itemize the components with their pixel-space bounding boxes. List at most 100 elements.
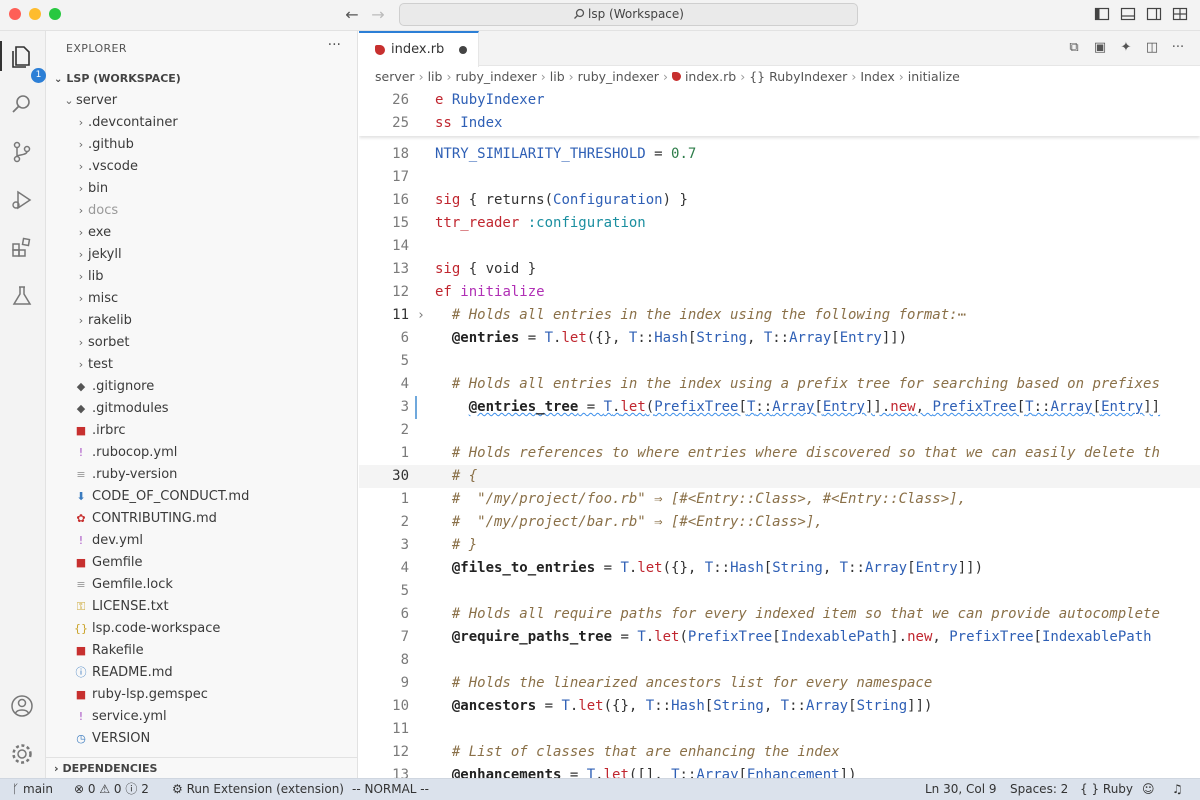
tree-file[interactable]: ■ Gemfile xyxy=(46,552,357,574)
code-line[interactable]: 13 sig { void } xyxy=(359,258,1200,281)
code-line[interactable]: 9 # Holds the linearized ancestors list … xyxy=(359,672,1200,695)
copilot-sparkle-icon[interactable]: ✦ xyxy=(1118,40,1134,56)
tree-folder[interactable]: › jekyll xyxy=(46,244,357,266)
toggle-secondary-sidebar-icon[interactable] xyxy=(1146,6,1162,22)
code-line[interactable]: 2 # "/my/project/bar.rb" ⇒ [#<Entry::Cla… xyxy=(359,511,1200,534)
toggle-primary-sidebar-icon[interactable] xyxy=(1094,6,1110,22)
code-line[interactable]: 30 # { xyxy=(359,465,1200,488)
code-line[interactable]: 4 # Holds all entries in the index using… xyxy=(359,373,1200,396)
code-line[interactable]: 3 # } xyxy=(359,534,1200,557)
indentation[interactable]: Spaces: 2 xyxy=(1010,779,1068,800)
code-line[interactable]: 6 # Holds all require paths for every in… xyxy=(359,603,1200,626)
minimize-window-button[interactable] xyxy=(29,8,41,20)
branch-indicator[interactable]: ᚴ main xyxy=(12,779,53,800)
search-view-icon[interactable] xyxy=(9,91,35,117)
code-line[interactable]: 18 NTRY_SIMILARITY_THRESHOLD = 0.7 xyxy=(359,143,1200,166)
tree-folder[interactable]: › lib xyxy=(46,266,357,288)
tree-folder[interactable]: › .github xyxy=(46,134,357,156)
tree-file[interactable]: ✿ CONTRIBUTING.md xyxy=(46,508,357,530)
code-line[interactable]: 8 xyxy=(359,649,1200,672)
code-line[interactable]: 14 xyxy=(359,235,1200,258)
tree-file[interactable]: ! dev.yml xyxy=(46,530,357,552)
breadcrumb-segment[interactable]: {} RubyIndexer xyxy=(749,69,847,84)
tree-file[interactable]: ⓘ README.md xyxy=(46,662,357,684)
tree-folder[interactable]: › misc xyxy=(46,288,357,310)
code-line[interactable]: 11 xyxy=(359,718,1200,741)
unsaved-dot-icon[interactable] xyxy=(459,46,467,54)
tree-folder[interactable]: › .vscode xyxy=(46,156,357,178)
tree-file[interactable]: ◆ .gitignore xyxy=(46,376,357,398)
code-line[interactable]: 17 xyxy=(359,166,1200,189)
breadcrumb-segment[interactable]: server xyxy=(375,69,415,84)
source-control-icon[interactable] xyxy=(9,139,35,165)
customize-layout-icon[interactable] xyxy=(1172,6,1188,22)
tree-folder[interactable]: › exe xyxy=(46,222,357,244)
command-center[interactable]: lsp (Workspace) xyxy=(399,3,858,26)
code-line[interactable]: 5 xyxy=(359,350,1200,373)
extensions-icon[interactable] xyxy=(9,235,35,261)
open-preview-icon[interactable]: ▣ xyxy=(1092,40,1108,56)
run-and-debug-icon[interactable] xyxy=(9,187,35,213)
workspace-section-header[interactable]: ⌄ LSP (WORKSPACE) xyxy=(46,68,357,90)
tree-file[interactable]: ! .rubocop.yml xyxy=(46,442,357,464)
dependencies-section-header[interactable]: › DEPENDENCIES xyxy=(46,757,357,779)
breadcrumb-segment[interactable]: lib xyxy=(550,69,565,84)
breadcrumb-segment[interactable]: lib xyxy=(428,69,443,84)
code-line[interactable]: 13 @enhancements = T.let([], T::Array[En… xyxy=(359,764,1200,778)
tree-file[interactable]: ◷ VERSION xyxy=(46,728,357,750)
tab-index-rb[interactable]: index.rb xyxy=(359,31,479,67)
tree-file[interactable]: {} lsp.code-workspace xyxy=(46,618,357,640)
code-line[interactable]: 15 ttr_reader :configuration xyxy=(359,212,1200,235)
code-line[interactable]: 16 sig { returns(Configuration) } xyxy=(359,189,1200,212)
breadcrumb-segment[interactable]: index.rb xyxy=(685,69,736,84)
tree-folder[interactable]: › test xyxy=(46,354,357,376)
forward-arrow-icon[interactable]: → xyxy=(367,4,389,26)
open-changes-icon[interactable]: ⧉ xyxy=(1066,40,1082,56)
cursor-position[interactable]: Ln 30, Col 9 xyxy=(925,779,997,800)
tree-file[interactable]: ! service.yml xyxy=(46,706,357,728)
split-editor-icon[interactable]: ◫ xyxy=(1144,40,1160,56)
code-line[interactable]: 1 # "/my/project/foo.rb" ⇒ [#<Entry::Cla… xyxy=(359,488,1200,511)
code-line[interactable]: 6 @entries = T.let({}, T::Hash[String, T… xyxy=(359,327,1200,350)
fold-chevron-icon[interactable]: › xyxy=(417,304,425,327)
manage-gear-icon[interactable] xyxy=(9,741,35,767)
tree-folder[interactable]: › sorbet xyxy=(46,332,357,354)
code-line[interactable]: 12 ef initialize xyxy=(359,281,1200,304)
accounts-icon[interactable] xyxy=(9,693,35,719)
run-extension-indicator[interactable]: ⚙ Run Extension (extension) xyxy=(172,779,344,800)
notifications-bell-icon[interactable]: ♫ xyxy=(1172,779,1183,800)
tree-file[interactable]: ■ ruby-lsp.gemspec xyxy=(46,684,357,706)
more-actions-icon[interactable]: ··· xyxy=(328,37,341,53)
tree-folder[interactable]: › docs xyxy=(46,200,357,222)
tree-file[interactable]: ≡ .ruby-version xyxy=(46,464,357,486)
code-line[interactable]: 3 @entries_tree = T.let(PrefixTree[T::Ar… xyxy=(359,396,1200,419)
tree-file[interactable]: ⬇ CODE_OF_CONDUCT.md xyxy=(46,486,357,508)
code-line[interactable]: 26 e RubyIndexer xyxy=(359,89,1200,112)
code-line[interactable]: 11 › # Holds all entries in the index usi… xyxy=(359,304,1200,327)
toggle-panel-icon[interactable] xyxy=(1120,6,1136,22)
problems-indicator[interactable]: ⊗ 0 ⚠ 0 ⓘ 2 xyxy=(74,779,149,800)
tree-file[interactable]: ≡ Gemfile.lock xyxy=(46,574,357,596)
code-line[interactable]: 4 @files_to_entries = T.let({}, T::Hash[… xyxy=(359,557,1200,580)
back-arrow-icon[interactable]: ← xyxy=(341,4,363,26)
tree-folder[interactable]: › bin xyxy=(46,178,357,200)
tree-file[interactable]: ■ Rakefile xyxy=(46,640,357,662)
tree-file[interactable]: ⚿ LICENSE.txt xyxy=(46,596,357,618)
code-line[interactable]: 10 @ancestors = T.let({}, T::Hash[String… xyxy=(359,695,1200,718)
close-window-button[interactable] xyxy=(9,8,21,20)
code-line[interactable]: 25 ss Index xyxy=(359,112,1200,135)
language-mode[interactable]: { } Ruby xyxy=(1080,779,1133,800)
copilot-icon[interactable]: ☺ xyxy=(1142,779,1155,800)
testing-flask-icon[interactable] xyxy=(9,283,35,309)
breadcrumb-segment[interactable]: ruby_indexer xyxy=(455,69,536,84)
explorer-icon[interactable]: 1 xyxy=(9,43,46,83)
code-line[interactable]: 1 # Holds references to where entries wh… xyxy=(359,442,1200,465)
tree-folder[interactable]: › .devcontainer xyxy=(46,112,357,134)
code-line[interactable]: 2 xyxy=(359,419,1200,442)
breadcrumb-segment[interactable]: initialize xyxy=(908,69,960,84)
code-view[interactable]: 26 e RubyIndexer 25 ss Index 18 NTRY_SIMILAR… xyxy=(359,89,1200,778)
tree-file[interactable]: ■ .irbrc xyxy=(46,420,357,442)
tree-folder[interactable]: › rakelib xyxy=(46,310,357,332)
code-line[interactable]: 5 xyxy=(359,580,1200,603)
code-line[interactable]: 7 @require_paths_tree = T.let(PrefixTree… xyxy=(359,626,1200,649)
